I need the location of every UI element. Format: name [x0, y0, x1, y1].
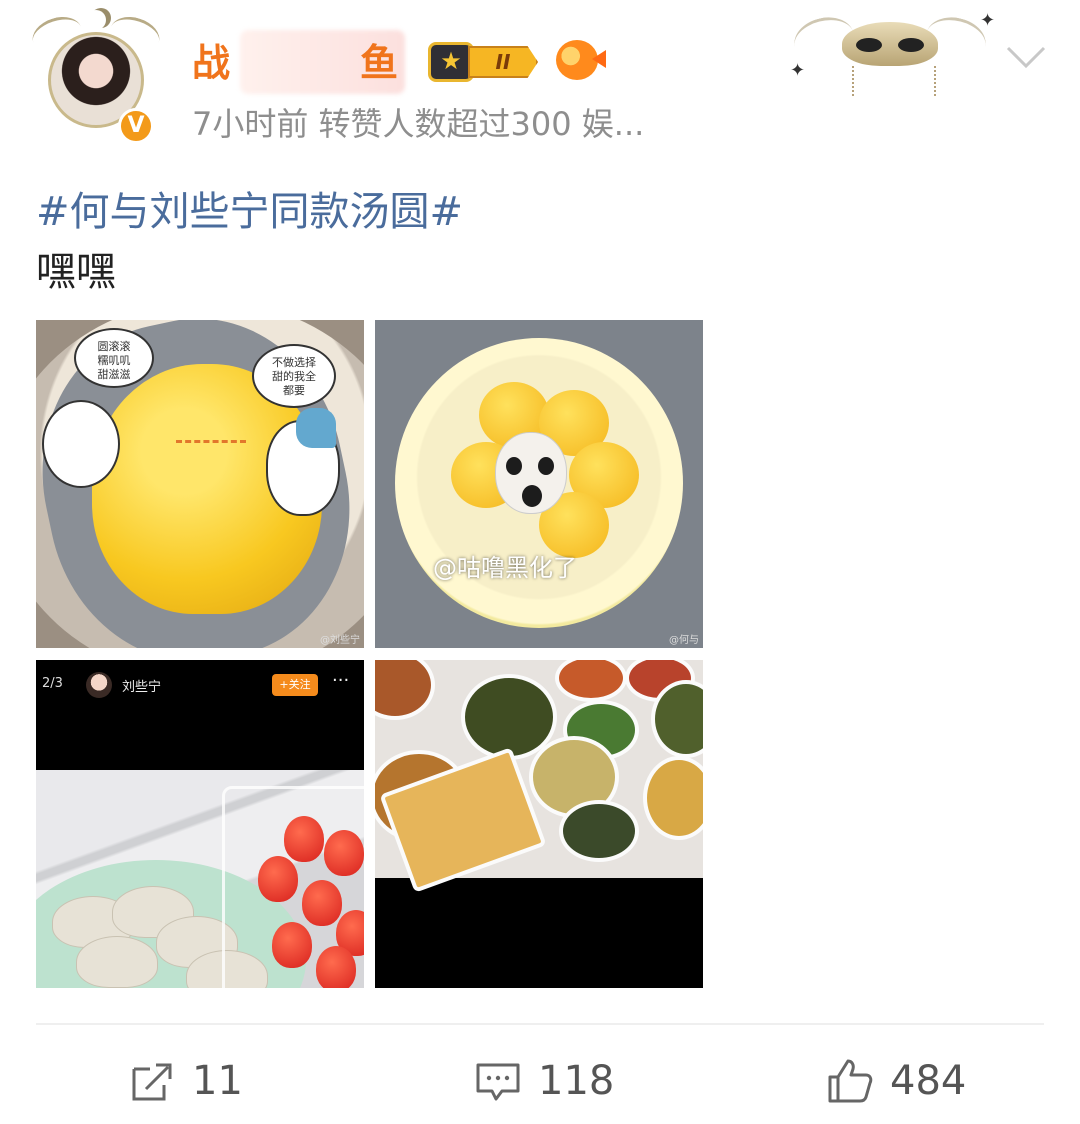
speech-bubble-right: 不做选择 甜的我全 都要 [252, 344, 336, 408]
mask-eye-left [856, 38, 882, 52]
sparkle-icon: ✦ [790, 60, 806, 81]
panda-body [522, 485, 542, 507]
panda-eye [538, 457, 554, 475]
crown-icon: ★ [428, 42, 474, 82]
image-counter: 2/3 [42, 676, 63, 691]
like-button[interactable]: 484 [826, 1050, 966, 1112]
image-overlay-text: @咕噜黑化了 [433, 554, 577, 582]
strawberry [324, 830, 364, 876]
fish-badge-icon[interactable] [556, 40, 598, 80]
tangyuan-face [176, 440, 246, 473]
dumpling [76, 936, 158, 988]
follow-button: +关注 [272, 674, 318, 696]
post-image-2[interactable]: @咕噜黑化了 @何与 [375, 320, 703, 648]
shark-sticker [266, 408, 340, 516]
speech-bubble-left: 圆滚滚 糯叽叽 甜滋滋 [74, 328, 154, 388]
divider [36, 1023, 1044, 1025]
image-watermark: @刘些宁 [320, 635, 360, 646]
post-image-1[interactable]: 圆滚滚 糯叽叽 甜滋滋 不做选择 甜的我全 都要 @刘些宁 [36, 320, 364, 648]
avatar-frame[interactable]: V [28, 10, 164, 150]
vip-badge[interactable]: ★ II [428, 42, 540, 82]
strawberry [258, 856, 298, 902]
bunny-sticker [42, 400, 120, 488]
strawberry [272, 922, 312, 968]
share-button[interactable]: 11 [128, 1050, 243, 1112]
share-icon [132, 1063, 172, 1101]
mask-eye-right [898, 38, 924, 52]
thumbs-up-icon [828, 1059, 873, 1103]
chevron-down-icon[interactable] [1004, 38, 1048, 74]
image-watermark: @何与 [669, 635, 699, 646]
vip-level: II [468, 46, 538, 78]
post-image-3[interactable]: 2/3 刘些宁 +关注 ··· [36, 660, 364, 988]
share-count: 11 [192, 1058, 243, 1104]
mask-beads [852, 66, 936, 96]
embedded-username: 刘些宁 [122, 680, 162, 695]
chevron-down-svg [1006, 46, 1046, 69]
post-text: 嘿嘿 [36, 249, 116, 295]
mask-decoration: ✦ ✦ [789, 4, 995, 104]
strawberry [302, 880, 342, 926]
topic-hashtag-link[interactable]: #何与刘些宁同款汤圆# [36, 184, 463, 240]
verified-v-icon: V [118, 108, 154, 144]
comment-button[interactable]: 118 [474, 1050, 614, 1112]
dish [559, 800, 639, 862]
comment-count: 118 [538, 1058, 615, 1104]
panda-eye [506, 457, 522, 475]
embedded-screenshot-topbar: 2/3 刘些宁 +关注 ··· [36, 660, 364, 712]
avatar [86, 672, 112, 698]
author-name[interactable]: 战 [192, 36, 231, 90]
moon-decoration [86, 10, 106, 30]
strawberry [284, 816, 324, 862]
more-icon: ··· [332, 670, 350, 691]
strawberry [316, 946, 356, 988]
comment-icon [476, 1063, 520, 1101]
author-name-tail[interactable]: 鱼 [360, 36, 398, 90]
post-image-4[interactable] [375, 660, 703, 988]
sparkle-icon: ✦ [980, 10, 996, 31]
mask-icon [842, 22, 938, 66]
post-meta: 7小时前 转赞人数超过300 娱... [192, 105, 645, 143]
like-count: 484 [890, 1058, 967, 1104]
panda-tangyuan [495, 432, 567, 514]
